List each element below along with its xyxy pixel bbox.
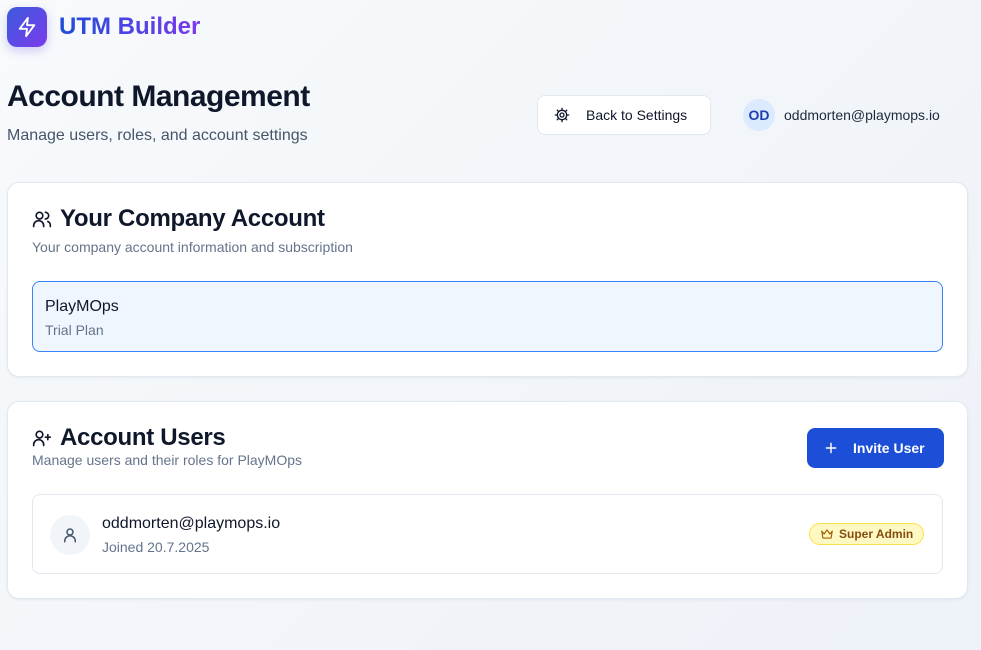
back-to-settings-label: Back to Settings [586,107,688,123]
users-card-title: Account Users [60,424,226,451]
user-email: oddmorten@playmops.io [102,515,281,532]
back-to-settings-button[interactable]: Back to Settings [537,95,711,135]
role-label: Super Admin [839,527,914,541]
page-title: Account Management [7,80,310,113]
user-list-item[interactable]: oddmorten@playmops.io Joined 20.7.2025 S… [32,494,943,574]
avatar: OD [743,99,775,131]
company-card-description: Your company account information and sub… [32,239,353,255]
company-card-heading: Your Company Account [32,205,325,233]
invite-user-label: Invite User [853,440,925,456]
user-plus-icon [32,430,52,447]
app-title: UTM Builder [59,13,201,40]
crown-icon [821,529,833,539]
gear-icon [554,107,570,123]
page-subtitle: Manage users, roles, and account setting… [7,127,308,144]
user-icon [64,528,76,543]
plus-icon [825,442,837,454]
users-icon [32,211,52,228]
users-card-heading: Account Users [32,424,226,452]
company-name: PlayMOps [45,298,119,315]
company-account-card: Your Company Account Your company accoun… [7,182,968,377]
user-avatar [50,515,90,555]
app-logo[interactable] [7,7,47,47]
account-users-card: Account Users Manage users and their rol… [7,401,968,599]
company-card-title: Your Company Account [60,205,325,232]
lightning-bolt-icon [18,16,36,38]
user-joined-date: Joined 20.7.2025 [102,539,210,555]
role-badge: Super Admin [809,523,925,545]
current-user-email: oddmorten@playmops.io [784,107,940,123]
company-plan: Trial Plan [45,322,104,338]
user-menu[interactable]: OD oddmorten@playmops.io [743,99,940,131]
invite-user-button[interactable]: Invite User [807,428,944,468]
company-item[interactable]: PlayMOps Trial Plan [32,281,943,352]
users-card-description: Manage users and their roles for PlayMOp… [32,452,303,468]
